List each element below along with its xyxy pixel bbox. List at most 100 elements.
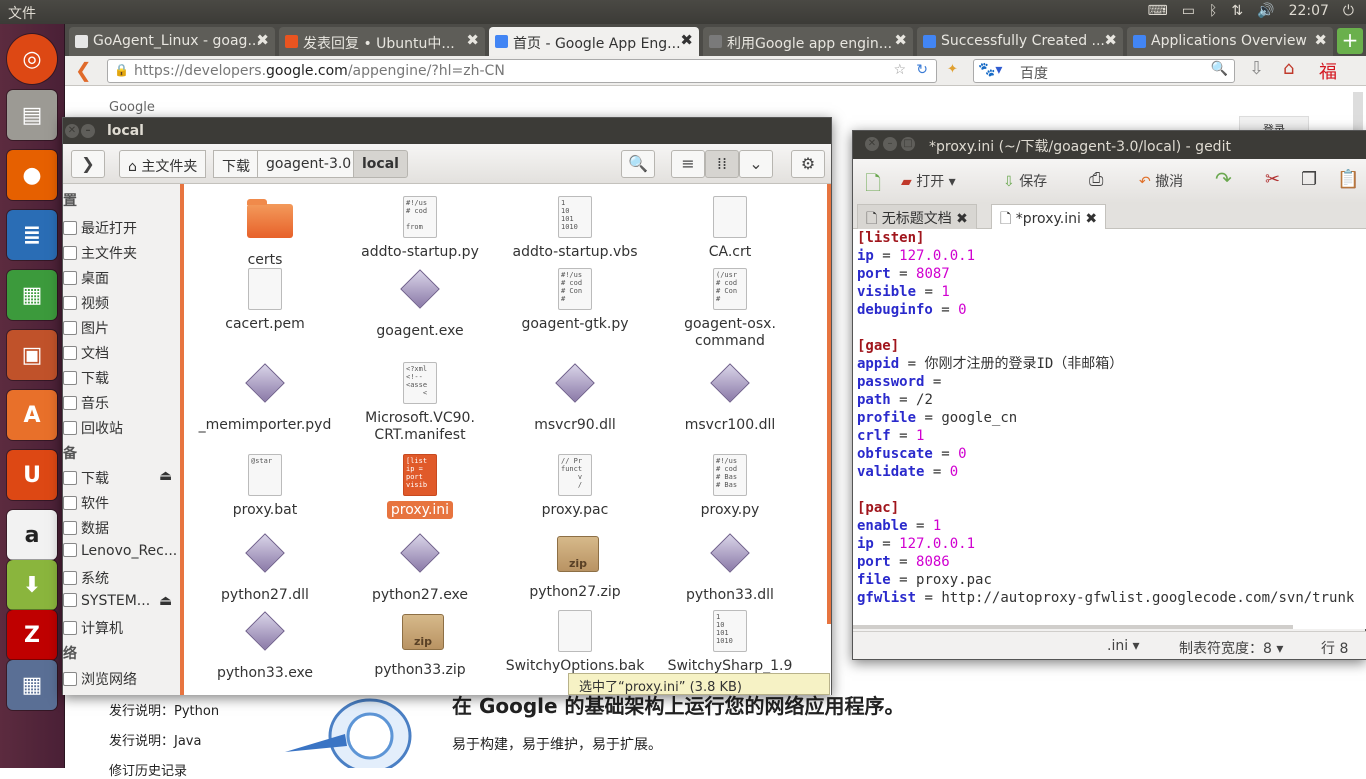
calc-icon[interactable]: ▦: [7, 270, 57, 320]
fu-addon-icon[interactable]: 福: [1319, 58, 1337, 84]
close-icon[interactable]: ✖: [680, 31, 693, 49]
app-menu-file[interactable]: 文件: [8, 3, 36, 23]
gedit-titlebar[interactable]: ✕ – □ *proxy.ini (~/下载/goagent-3.0/local…: [853, 131, 1366, 159]
filezilla-icon[interactable]: Z: [7, 610, 57, 660]
file-item[interactable]: #!/us # cod # Bas # Bas proxy.py: [655, 454, 805, 519]
sidebar-item-device[interactable]: 下载 ⏏: [63, 468, 172, 490]
firefox-icon[interactable]: ●: [7, 150, 57, 200]
view-options-button[interactable]: ⌄: [739, 150, 773, 178]
sidebar-item-device[interactable]: SYSTEM... ⏏: [63, 593, 172, 615]
file-item[interactable]: #!/us # cod from addto-startup.py: [345, 196, 495, 261]
sidebar-item-place[interactable]: 主文件夹: [63, 243, 137, 265]
files-icon[interactable]: ▤: [7, 90, 57, 140]
sidebar-item-network[interactable]: 浏览网络: [63, 669, 137, 691]
file-item[interactable]: @star proxy.bat: [190, 454, 340, 519]
sidebar-item-device[interactable]: 计算机: [63, 618, 123, 640]
redo-icon[interactable]: ↷: [1215, 167, 1232, 191]
eject-icon[interactable]: ⏏: [159, 593, 172, 609]
file-item[interactable]: goagent.exe: [345, 268, 495, 340]
crumb-goagent[interactable]: goagent-3.0: [257, 150, 361, 178]
release-notes-python-link[interactable]: 发行说明：Python: [109, 700, 219, 719]
power-icon[interactable]: ⏻: [1343, 3, 1354, 19]
copy-icon[interactable]: ❐: [1301, 169, 1317, 190]
tab-goagent-linux[interactable]: GoAgent_Linux - goag... ✖: [69, 27, 275, 56]
new-document-icon[interactable]: 🗋: [865, 169, 881, 203]
close-window-icon[interactable]: ✕: [865, 137, 879, 151]
file-item[interactable]: msvcr90.dll: [500, 362, 650, 434]
reload-icon[interactable]: ↻: [916, 62, 928, 78]
addon-icon[interactable]: ✦: [947, 62, 958, 77]
home-icon[interactable]: ⌂: [1283, 58, 1294, 79]
file-manager-titlebar[interactable]: ✕ – local: [63, 118, 831, 144]
file-item[interactable]: zip python33.zip: [345, 610, 495, 679]
amazon-icon[interactable]: a: [7, 510, 57, 560]
new-tab-button[interactable]: +: [1337, 28, 1363, 54]
file-item[interactable]: certs: [190, 196, 340, 269]
search-icon[interactable]: 🔍: [1211, 61, 1228, 77]
battery-icon[interactable]: ▭: [1182, 3, 1195, 19]
keyboard-icon[interactable]: ⌨: [1148, 3, 1168, 19]
file-item[interactable]: SwitchyOptions.bak: [500, 610, 650, 675]
file-item[interactable]: zip python27.zip: [500, 532, 650, 601]
file-item[interactable]: python33.exe: [190, 610, 340, 682]
writer-icon[interactable]: ≣: [7, 210, 57, 260]
sidebar-item-device[interactable]: Lenovo_Rec...: [63, 543, 177, 565]
language-selector[interactable]: .ini ▾: [1107, 638, 1140, 654]
forward-button[interactable]: ❯: [71, 150, 105, 178]
crumb-downloads[interactable]: 下载: [213, 150, 259, 178]
close-icon[interactable]: ✖: [1104, 31, 1117, 49]
file-item[interactable]: 1 10 101 1010 addto-startup.vbs: [500, 196, 650, 261]
save-button[interactable]: ⇩ 保存: [1003, 171, 1047, 191]
bluetooth-icon[interactable]: ᛒ: [1209, 3, 1217, 19]
file-item[interactable]: 1 10 101 1010 SwitchySharp_1.9: [655, 610, 805, 675]
release-notes-java-link[interactable]: 发行说明：Java: [109, 730, 201, 749]
file-item[interactable]: cacert.pem: [190, 268, 340, 333]
ubuntu-dash-icon[interactable]: ◎: [7, 34, 57, 84]
open-button[interactable]: ▰ 打开 ▾: [901, 171, 956, 191]
impress-icon[interactable]: ▣: [7, 330, 57, 380]
close-icon[interactable]: ✖: [956, 211, 968, 227]
sidebar-item-place[interactable]: 回收站: [63, 418, 123, 440]
network-icon[interactable]: ⇅: [1231, 3, 1243, 19]
list-view-button[interactable]: ≡: [671, 150, 705, 178]
clock[interactable]: 22:07: [1289, 3, 1329, 19]
sidebar-item-place[interactable]: 文档: [63, 343, 109, 365]
minimize-window-icon[interactable]: –: [883, 137, 897, 151]
horizontal-scrollbar[interactable]: [853, 625, 1293, 629]
file-item[interactable]: #!/us # cod # Con # goagent-gtk.py: [500, 268, 650, 333]
revision-history-link[interactable]: 修订历史记录: [109, 760, 187, 779]
sidebar-item-place[interactable]: 音乐: [63, 393, 109, 415]
crumb-home[interactable]: ⌂ 主文件夹: [119, 150, 207, 178]
sidebar-item-place[interactable]: 最近打开: [63, 218, 137, 240]
updates-icon[interactable]: ⬇: [7, 560, 57, 610]
download-icon[interactable]: ⇩: [1249, 58, 1264, 79]
file-item[interactable]: msvcr100.dll: [655, 362, 805, 434]
tab-untitled[interactable]: 🗋 无标题文档 ✖: [857, 204, 977, 229]
back-icon[interactable]: ❮: [75, 58, 92, 82]
eject-icon[interactable]: ⏏: [159, 468, 172, 484]
url-bar[interactable]: 🔒 https://developers.google.com/appengin…: [107, 59, 937, 83]
sidebar-item-place[interactable]: 下载: [63, 368, 109, 390]
text-editor-area[interactable]: [listen] ip = 127.0.0.1 port = 8087 visible…: [853, 229, 1366, 629]
close-icon[interactable]: ✖: [894, 31, 907, 49]
close-icon[interactable]: ✖: [1314, 31, 1327, 49]
settings-button[interactable]: ⚙: [791, 150, 825, 178]
close-window-icon[interactable]: ✕: [65, 124, 79, 138]
close-icon[interactable]: ✖: [466, 31, 479, 49]
file-item[interactable]: python27.exe: [345, 532, 495, 604]
file-item[interactable]: python33.dll: [655, 532, 805, 604]
software-center-icon[interactable]: A: [7, 390, 57, 440]
close-icon[interactable]: ✖: [1085, 211, 1097, 227]
sidebar-item-device[interactable]: 系统: [63, 568, 109, 590]
tab-app-engine[interactable]: 首页 - Google App Eng... ✖: [489, 27, 699, 56]
search-input[interactable]: 🐾▾ 百度 🔍: [973, 59, 1235, 83]
grid-view-button[interactable]: ⁞⁞: [705, 150, 739, 178]
sidebar-item-device[interactable]: 软件: [63, 493, 109, 515]
tab-applications-overview[interactable]: Applications Overview ✖: [1127, 27, 1333, 56]
tab-ubuntu-forum[interactable]: 发表回复 • Ubuntu中... ✖: [279, 27, 485, 56]
sidebar-item-device[interactable]: 数据: [63, 518, 109, 540]
bookmark-star-icon[interactable]: ☆: [893, 62, 906, 78]
file-item[interactable]: <?xml <!-- <asse < Microsoft.VC90. CRT.ma…: [345, 362, 495, 444]
sidebar-item-place[interactable]: 图片: [63, 318, 109, 340]
file-item[interactable]: CA.crt: [655, 196, 805, 261]
